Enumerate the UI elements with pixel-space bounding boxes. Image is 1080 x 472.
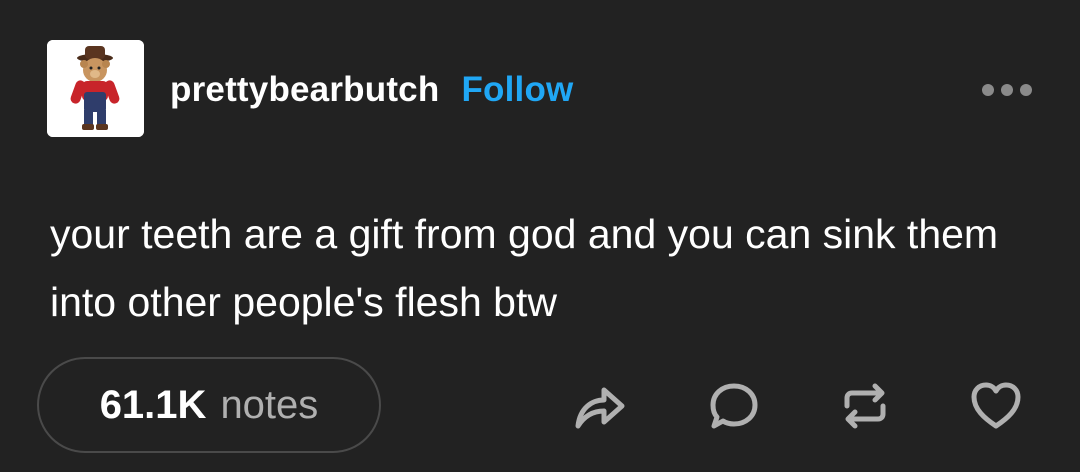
ellipsis-icon xyxy=(982,84,994,96)
notes-label: notes xyxy=(220,382,319,427)
post-header: prettybearbutch Follow xyxy=(170,68,573,112)
ellipsis-icon xyxy=(1020,84,1032,96)
heart-icon xyxy=(971,382,1021,429)
reblog-button[interactable] xyxy=(837,378,893,434)
avatar[interactable] xyxy=(47,40,144,137)
reply-button[interactable] xyxy=(706,378,762,434)
reply-icon xyxy=(710,383,758,429)
reblog-icon xyxy=(844,383,886,429)
teddy-bear-avatar-image xyxy=(47,40,144,137)
share-icon xyxy=(575,387,625,429)
notes-count: 61.1K xyxy=(99,382,207,427)
like-button[interactable] xyxy=(968,378,1024,434)
tumblr-post: prettybearbutch Follow your teeth are a … xyxy=(0,0,1080,472)
follow-button[interactable]: Follow xyxy=(461,70,573,110)
post-body-text: your teeth are a gift from god and you c… xyxy=(50,211,999,325)
more-options-button[interactable] xyxy=(982,78,1032,102)
ellipsis-icon xyxy=(1001,84,1013,96)
share-button[interactable] xyxy=(572,378,628,434)
notes-button[interactable]: 61.1K notes xyxy=(37,357,381,453)
username-link[interactable]: prettybearbutch xyxy=(170,70,439,110)
